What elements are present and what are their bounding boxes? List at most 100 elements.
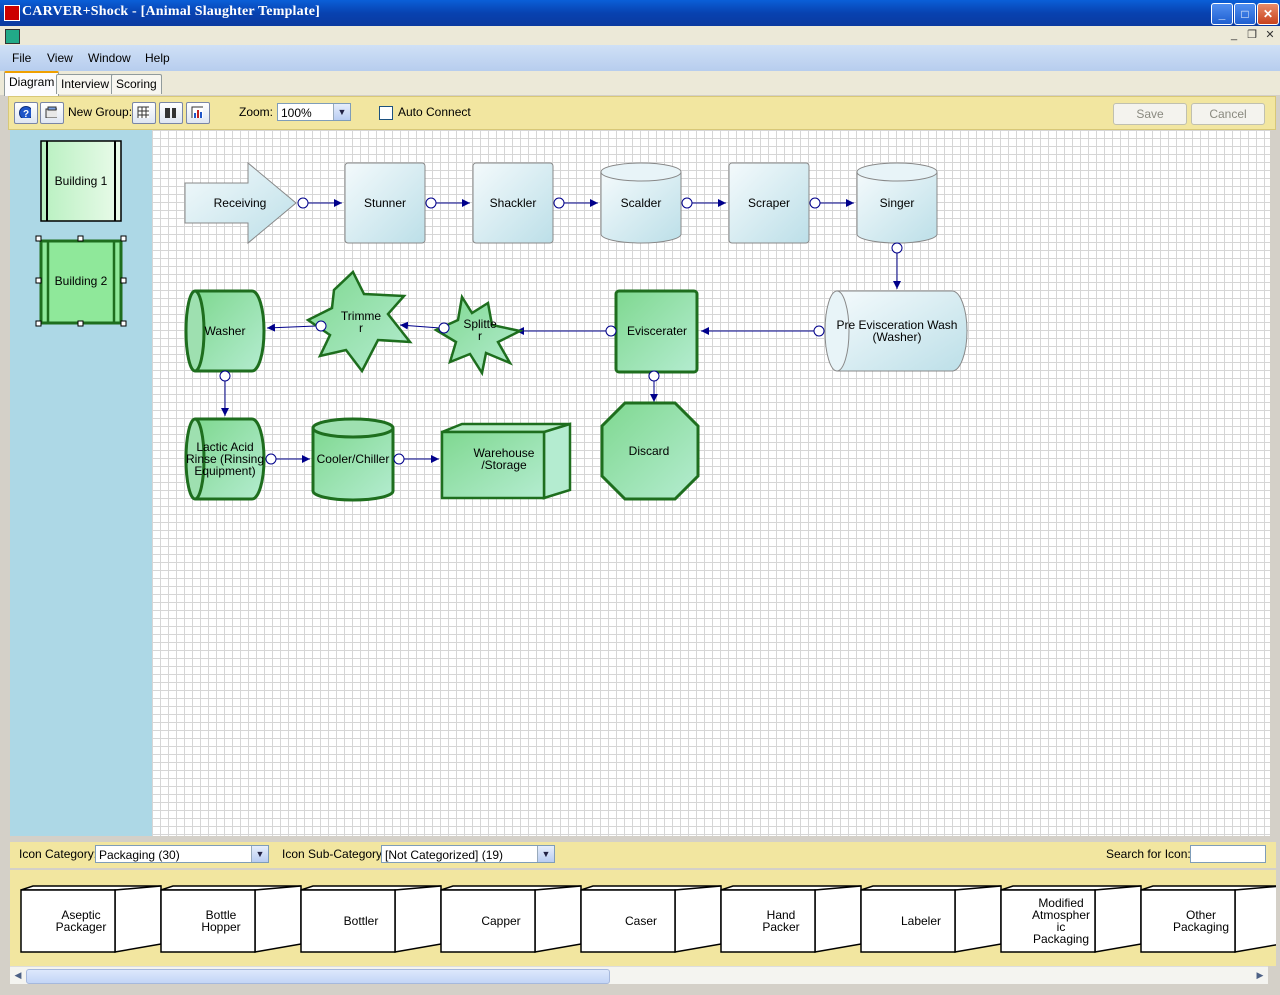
node-lactic-acid-rinse-label-3: Equipment) — [194, 464, 255, 478]
palette-item-label: Bottler — [344, 914, 379, 928]
palette-item[interactable]: BottleHopper — [160, 885, 302, 953]
icon-filter-bar: Icon Category: Packaging (30) ▼ Icon Sub… — [10, 842, 1276, 868]
node-scraper-label: Scraper — [748, 196, 790, 210]
menu-window[interactable]: Window — [88, 51, 131, 65]
save-button[interactable]: Save — [1113, 103, 1187, 125]
palette-item-side — [1234, 885, 1276, 953]
palette-item[interactable]: HandPacker — [720, 885, 862, 953]
chevron-down-icon: ▼ — [537, 846, 554, 862]
menu-bar: File View Window Help — [0, 45, 1280, 71]
mdi-minimize-button[interactable]: _ — [1226, 28, 1242, 42]
new-group-label: New Group: — [68, 105, 133, 119]
column-group-icon — [165, 108, 176, 118]
node-stunner[interactable]: Stunner — [344, 162, 426, 244]
scroll-right-icon[interactable]: ▶ — [1253, 969, 1267, 982]
maximize-button[interactable]: □ — [1234, 3, 1256, 25]
tab-diagram[interactable]: Diagram — [4, 71, 60, 96]
palette-item-label: Hopper — [201, 920, 240, 934]
icon-subcategory-select[interactable]: [Not Categorized] (19) ▼ — [381, 845, 555, 863]
palette-item-side — [674, 885, 722, 953]
palette-item-label: Labeler — [901, 914, 941, 928]
mdi-restore-button[interactable]: ❐ — [1244, 28, 1260, 42]
palette-item-label: Packaging — [1173, 920, 1229, 934]
palette-item[interactable]: Bottler — [300, 885, 442, 953]
auto-connect-checkbox[interactable] — [379, 106, 393, 120]
palette-item[interactable]: Labeler — [860, 885, 1002, 953]
icon-category-label: Icon Category: — [19, 847, 98, 861]
node-singer[interactable]: Singer — [856, 162, 938, 244]
node-scraper[interactable]: Scraper — [728, 162, 810, 244]
chevron-down-icon: ▼ — [333, 104, 350, 120]
node-cooler-chiller-label: Cooler/Chiller — [317, 452, 390, 466]
close-button[interactable]: ✕ — [1257, 3, 1279, 25]
palette-item[interactable]: Caser — [580, 885, 722, 953]
new-group-column-button[interactable] — [159, 102, 183, 124]
diagram-toolbar: ? New Group: Zoom: 100% ▼ Auto Connect S… — [8, 96, 1276, 130]
node-warehouse-storage-label-2: /Storage — [481, 458, 527, 472]
auto-connect-label: Auto Connect — [398, 105, 471, 119]
node-pre-evisceration-wash-label-2: (Washer) — [873, 330, 922, 344]
palette-item-label: Packaging — [1033, 932, 1089, 946]
palette-scrollbar[interactable]: ◀ ▶ — [10, 966, 1268, 984]
menu-view[interactable]: View — [47, 51, 73, 65]
cancel-button[interactable]: Cancel — [1191, 103, 1265, 125]
svg-text:?: ? — [23, 109, 29, 118]
icon-palette: Aseptic Packager Bottle Hopper Bottler Capper… — [10, 870, 1276, 966]
flow-diagram: Receiving Stunner Shackler Scalder Scrap… — [184, 161, 968, 502]
node-receiving[interactable]: Receiving — [184, 161, 297, 245]
scroll-thumb[interactable] — [26, 969, 610, 984]
tab-scoring[interactable]: Scoring — [111, 74, 162, 94]
document-icon — [5, 29, 20, 44]
palette-item-side — [1094, 885, 1142, 953]
node-eviscerater-label: Eviscerater — [627, 324, 687, 338]
zoom-value: 100% — [281, 106, 312, 120]
icon-subcategory-label: Icon Sub-Category: — [282, 847, 386, 861]
node-shackler[interactable]: Shackler — [472, 162, 554, 244]
node-splitter-label-2: r — [478, 329, 482, 343]
new-group-grid-button[interactable] — [132, 102, 156, 124]
zoom-select[interactable]: 100% ▼ — [277, 103, 351, 121]
node-singer-label: Singer — [880, 196, 915, 210]
palette-item[interactable]: Capper — [440, 885, 582, 953]
node-receiving-label: Receiving — [214, 196, 267, 210]
palette-item[interactable]: OtherPackaging — [1140, 885, 1276, 953]
new-group-chart-button[interactable] — [186, 102, 210, 124]
menu-help[interactable]: Help — [145, 51, 170, 65]
node-pre-evisceration-wash[interactable]: Pre Evisceration Wash (Washer) — [824, 290, 968, 372]
search-icon-label: Search for Icon: — [1106, 847, 1191, 861]
group-pane: Building 1 Building 2 — [10, 130, 152, 836]
node-eviscerater[interactable]: Eviscerater — [614, 289, 699, 374]
tab-interview[interactable]: Interview — [56, 74, 115, 94]
palette-item-label: Capper — [481, 914, 520, 928]
palette-item[interactable]: AsepticPackager — [20, 885, 162, 953]
node-discard[interactable]: Discard — [600, 401, 700, 501]
icon-category-select[interactable]: Packaging (30) ▼ — [95, 845, 269, 863]
node-scalder[interactable]: Scalder — [600, 162, 682, 244]
scroll-left-icon[interactable]: ◀ — [11, 969, 25, 982]
mdi-close-button[interactable]: ✕ — [1262, 28, 1278, 42]
group-list: Building 1 Building 2 — [35, 140, 127, 327]
node-warehouse-storage[interactable]: Warehouse /Storage — [440, 422, 572, 500]
palette-icons: AsepticPackagerBottleHopper Bottler Capper… — [20, 885, 1276, 953]
icon-subcategory-value: [Not Categorized] (19) — [385, 848, 504, 862]
group-building-2[interactable]: Building 2 — [35, 235, 127, 327]
search-icon-input[interactable] — [1190, 845, 1266, 863]
node-discard-label: Discard — [629, 444, 670, 458]
palette-item-label: Packager — [56, 920, 107, 934]
minimize-button[interactable]: _ — [1211, 3, 1233, 25]
group-building-2-label: Building 2 — [55, 274, 108, 288]
node-lactic-acid-rinse[interactable]: Lactic Acid Rinse (Rinsing Equipment) — [184, 417, 266, 501]
view-button[interactable] — [40, 102, 64, 124]
group-building-1[interactable]: Building 1 — [40, 140, 122, 222]
menu-file[interactable]: File — [12, 51, 31, 65]
node-cooler-chiller[interactable]: Cooler/Chiller — [311, 417, 395, 502]
diagram-canvas[interactable]: Receiving Stunner Shackler Scalder Scrap… — [152, 130, 1270, 836]
node-washer[interactable]: Washer — [184, 289, 266, 373]
mdi-bar: _ ❐ ✕ — [0, 26, 1280, 45]
app-icon — [4, 5, 20, 21]
view-icon — [45, 106, 57, 118]
help-button[interactable]: ? — [14, 102, 38, 124]
node-splitter[interactable]: Splitte r — [433, 293, 524, 377]
palette-item[interactable]: ModifiedAtmosphericPackaging — [1000, 885, 1142, 953]
chart-group-icon — [191, 106, 203, 118]
